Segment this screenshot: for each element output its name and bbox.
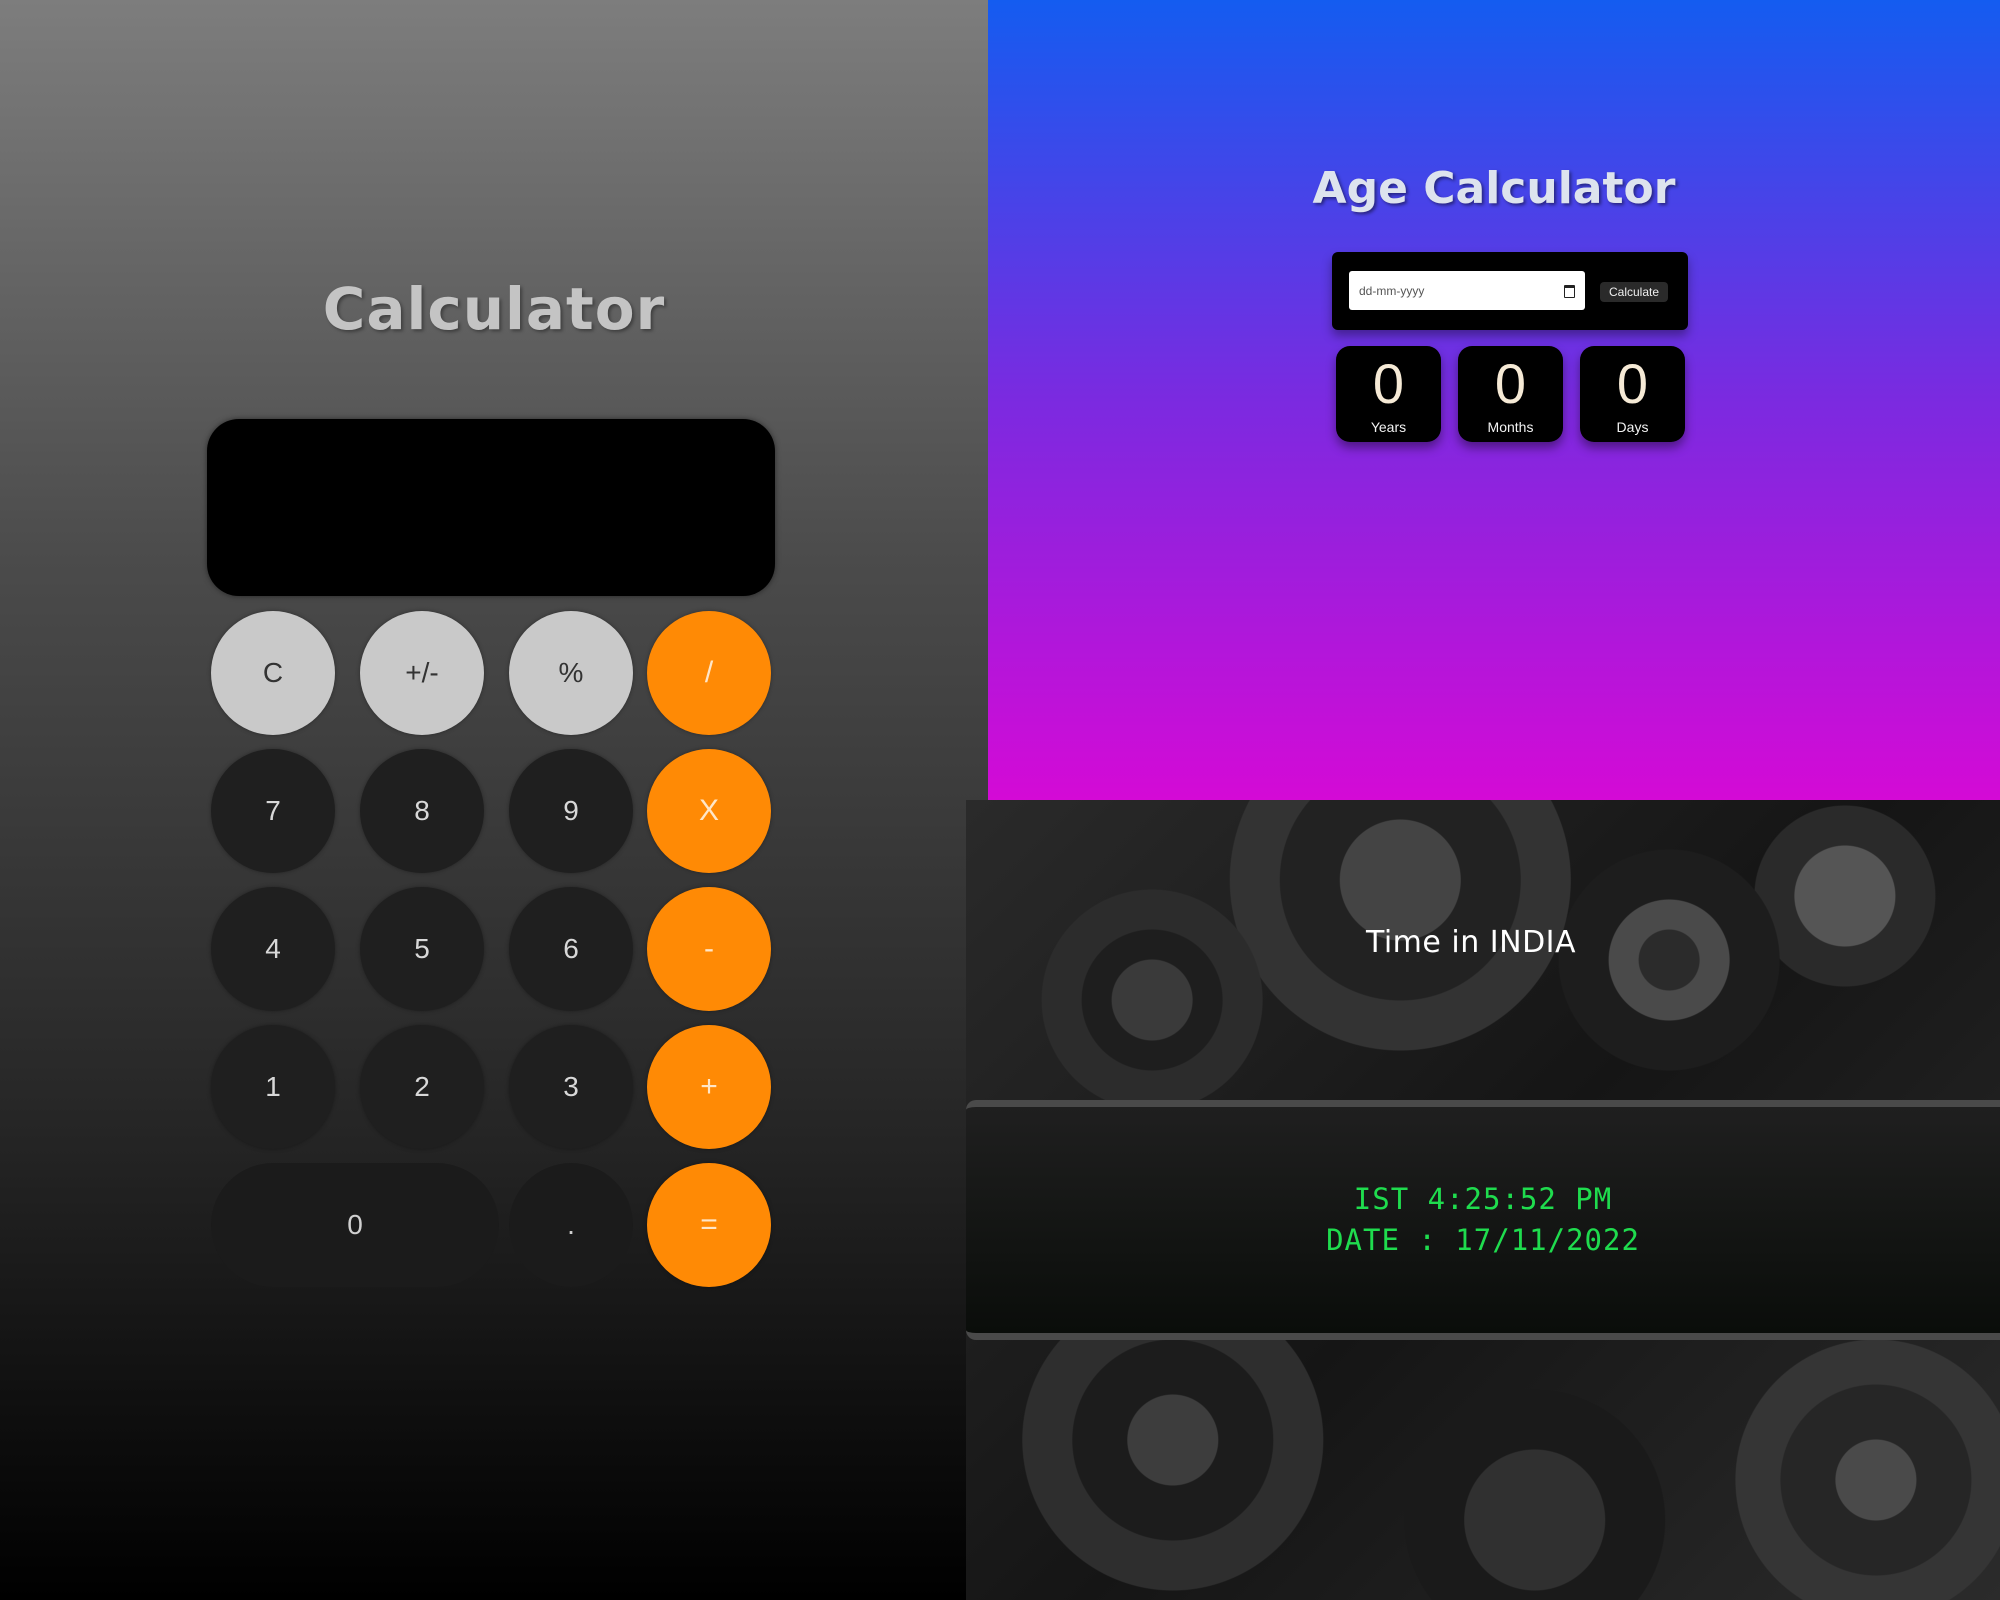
decimal-button[interactable]: .: [509, 1163, 633, 1287]
digit-7-button[interactable]: 7: [211, 749, 335, 873]
world-clock-panel: Time in INDIA IST 4:25:52 PM DATE : 17/1…: [966, 800, 2000, 1600]
years-result: 0 Years: [1336, 346, 1441, 442]
clear-button[interactable]: C: [211, 611, 335, 735]
percent-button[interactable]: %: [509, 611, 633, 735]
calculator-title: Calculator: [322, 275, 666, 343]
digit-1-button[interactable]: 1: [211, 1025, 335, 1149]
minus-button[interactable]: -: [647, 887, 771, 1011]
calendar-icon[interactable]: [1564, 285, 1575, 298]
birthdate-input[interactable]: dd-mm-yyyy: [1349, 271, 1585, 310]
birthdate-placeholder: dd-mm-yyyy: [1359, 283, 1425, 298]
digit-3-button[interactable]: 3: [509, 1025, 633, 1149]
age-form: dd-mm-yyyy Calculate: [1332, 252, 1688, 330]
digit-4-button[interactable]: 4: [211, 887, 335, 1011]
plus-minus-button[interactable]: +/-: [360, 611, 484, 735]
digital-clock: IST 4:25:52 PM DATE : 17/11/2022: [966, 1100, 2000, 1340]
digit-2-button[interactable]: 2: [360, 1025, 484, 1149]
years-value: 0: [1372, 352, 1405, 415]
days-result: 0 Days: [1580, 346, 1685, 442]
clock-date: DATE : 17/11/2022: [1326, 1223, 1640, 1257]
age-calculator-panel: Age Calculator dd-mm-yyyy Calculate 0 Ye…: [988, 0, 2000, 800]
age-calculator-title: Age Calculator: [1312, 163, 1676, 214]
equals-button[interactable]: =: [647, 1163, 771, 1287]
calculator-panel: Calculator C +/- % / 7 8 9 X 4 5 6 - 1 2…: [0, 0, 988, 1600]
days-value: 0: [1616, 352, 1649, 415]
calculator-display: [207, 419, 775, 596]
digit-6-button[interactable]: 6: [509, 887, 633, 1011]
world-clock-title: Time in INDIA: [1365, 925, 1577, 960]
plus-button[interactable]: +: [647, 1025, 771, 1149]
years-label: Years: [1370, 419, 1407, 435]
digit-9-button[interactable]: 9: [509, 749, 633, 873]
calculate-button[interactable]: Calculate: [1600, 282, 1668, 302]
months-label: Months: [1487, 419, 1534, 435]
digit-8-button[interactable]: 8: [360, 749, 484, 873]
digit-0-button[interactable]: 0: [211, 1163, 499, 1287]
divide-button[interactable]: /: [647, 611, 771, 735]
days-label: Days: [1616, 419, 1649, 435]
months-result: 0 Months: [1458, 346, 1563, 442]
months-value: 0: [1494, 352, 1527, 415]
clock-time: IST 4:25:52 PM: [1353, 1182, 1613, 1216]
digit-5-button[interactable]: 5: [360, 887, 484, 1011]
multiply-button[interactable]: X: [647, 749, 771, 873]
